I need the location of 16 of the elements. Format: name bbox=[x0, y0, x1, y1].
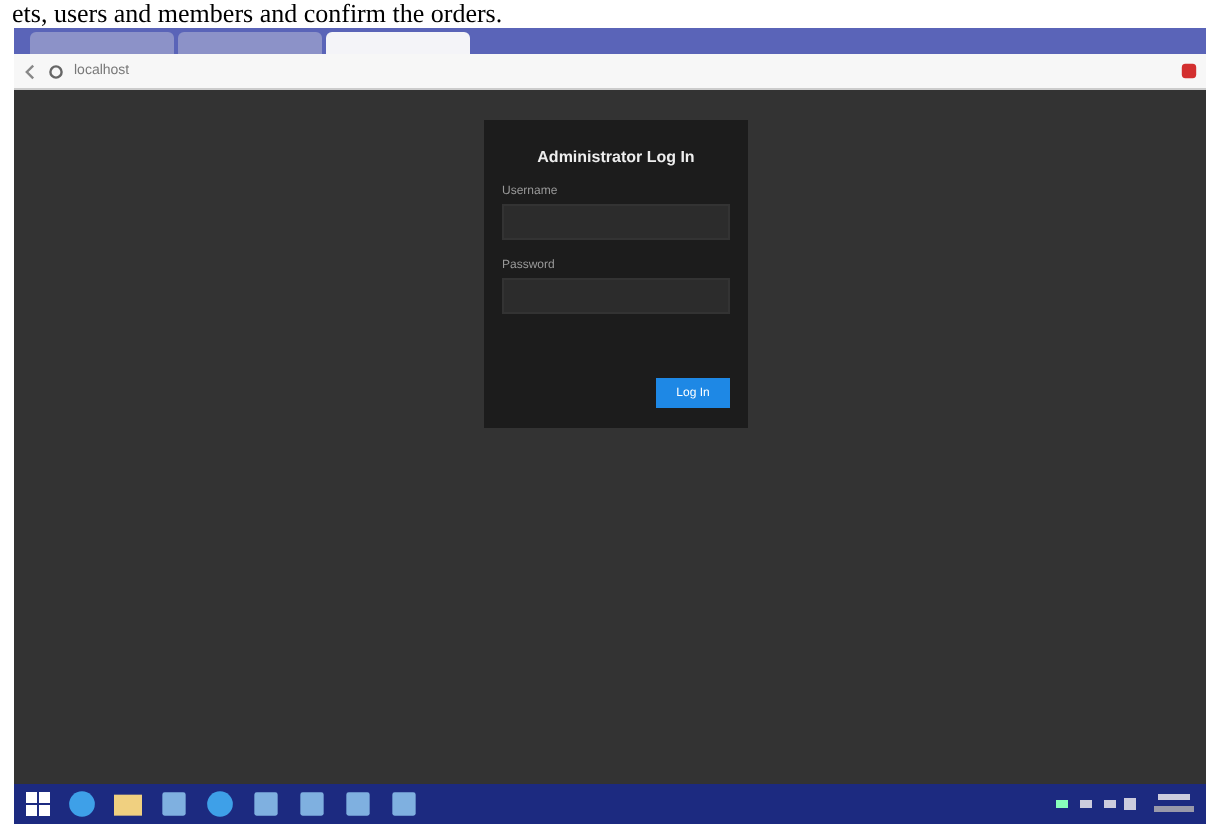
caption-text: ets, users and members and confirm the orders. bbox=[10, 0, 505, 28]
app-icon[interactable] bbox=[344, 790, 372, 818]
app-icon[interactable] bbox=[252, 790, 280, 818]
extension-icon[interactable] bbox=[1180, 62, 1198, 80]
dialog-title: Administrator Log In bbox=[535, 148, 697, 166]
clock-drawing bbox=[1154, 792, 1194, 816]
app-icon[interactable] bbox=[160, 790, 188, 818]
back-icon[interactable] bbox=[22, 63, 38, 79]
tray-icons-drawing bbox=[1056, 796, 1136, 812]
folder-icon[interactable] bbox=[114, 790, 142, 818]
browser-icon[interactable] bbox=[68, 790, 96, 818]
browser-icon[interactable] bbox=[206, 790, 234, 818]
app-icon[interactable] bbox=[298, 790, 326, 818]
windows-icon[interactable] bbox=[26, 792, 50, 816]
reload-icon[interactable] bbox=[48, 63, 64, 79]
app-icon[interactable] bbox=[390, 790, 418, 818]
